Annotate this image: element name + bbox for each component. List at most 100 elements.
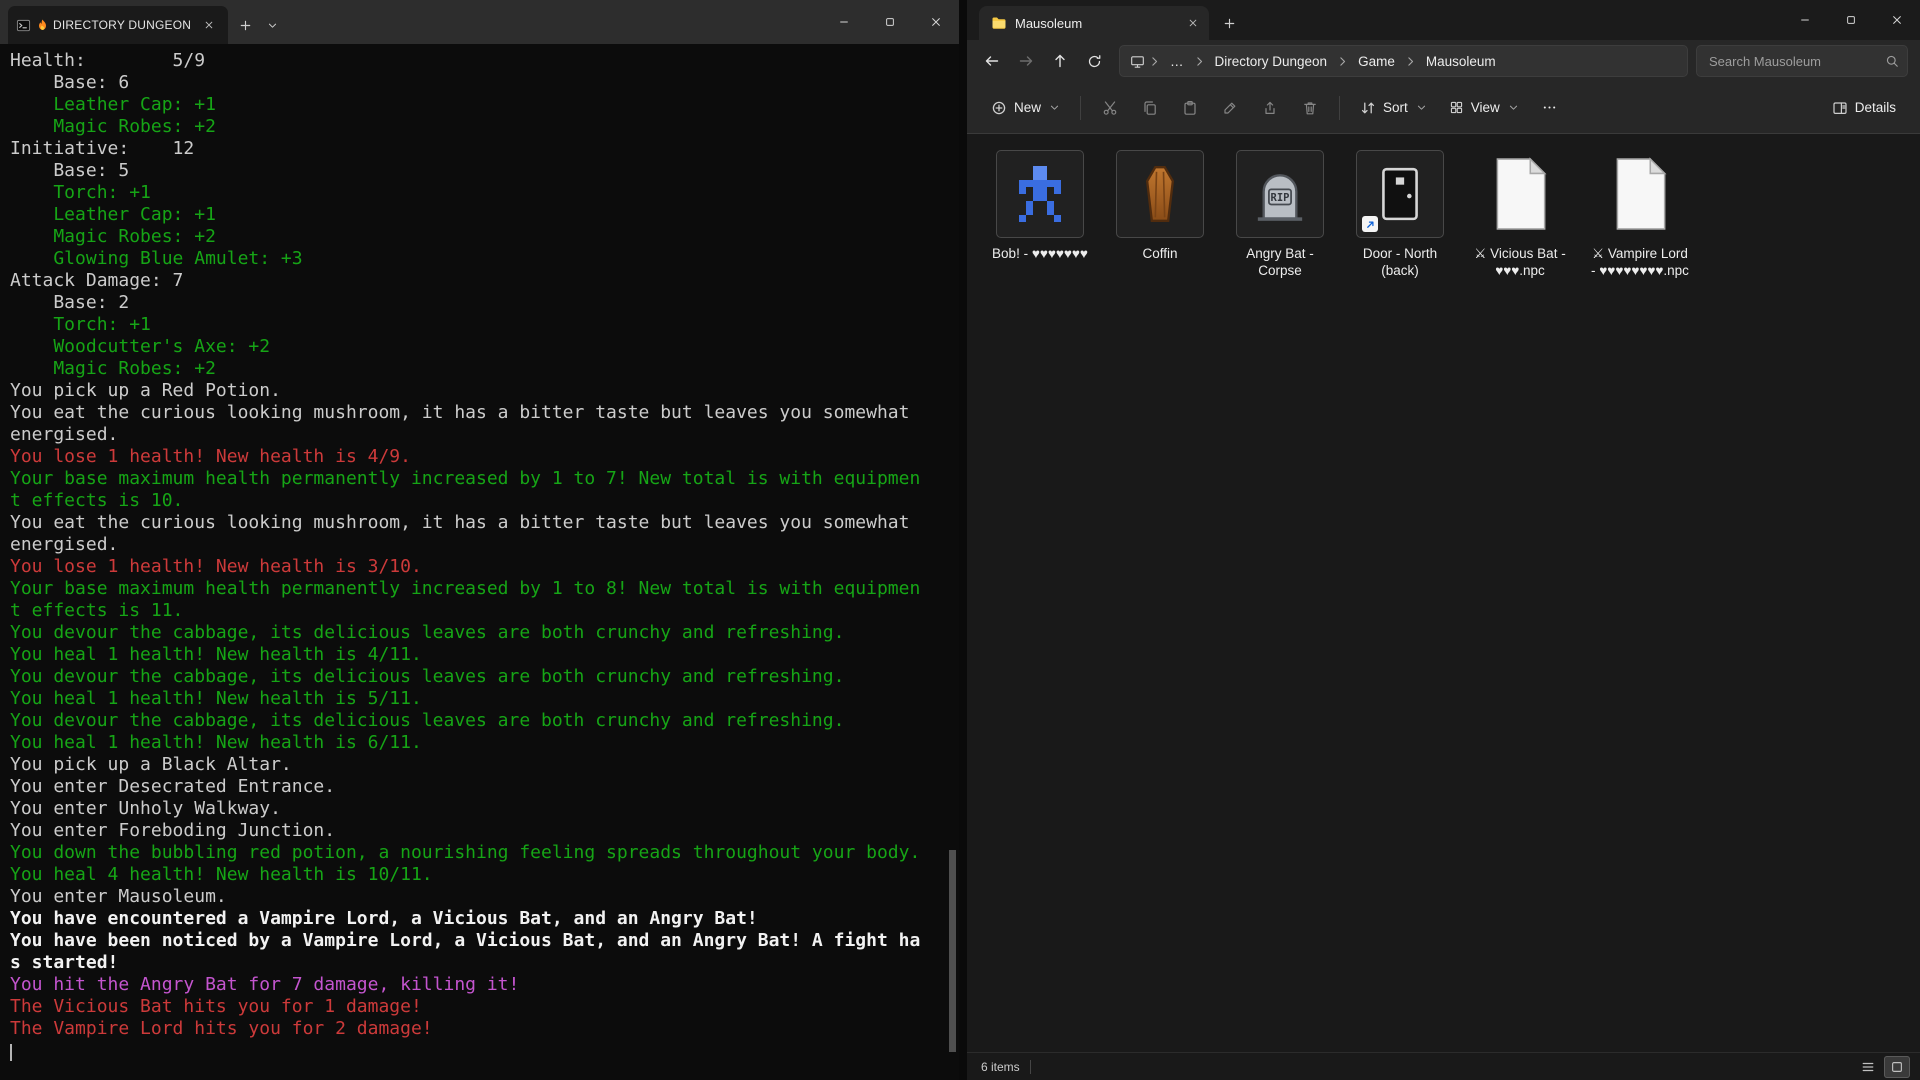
file-vicious-bat-npc[interactable]: ⚔ Vicious Bat - ♥♥♥.npc <box>1467 150 1573 279</box>
refresh-button[interactable] <box>1077 44 1111 78</box>
terminal-line: The Vicious Bat hits you for 1 damage! <box>10 996 945 1018</box>
breadcrumb[interactable]: … Directory Dungeon Game Mausoleum <box>1119 45 1688 77</box>
file-door-north-back[interactable]: Door - North (back) <box>1347 150 1453 279</box>
terminal-line: You eat the curious looking mushroom, it… <box>10 402 945 424</box>
explorer-tab[interactable]: Mausoleum <box>979 6 1209 40</box>
tab-close-button[interactable] <box>198 14 220 36</box>
terminal-window: DIRECTORY DUNGEON <box>0 0 959 1080</box>
terminal-line: Magic Robes: +2 <box>10 116 945 138</box>
copy-button[interactable] <box>1131 90 1169 126</box>
forward-button[interactable] <box>1009 44 1043 78</box>
new-plus-icon <box>991 100 1007 116</box>
terminal-tab-title-wrap: DIRECTORY DUNGEON <box>37 18 192 32</box>
file-label: ⚔ Vicious Bat - ♥♥♥.npc <box>1468 245 1572 279</box>
chevron-down-icon <box>1508 102 1519 113</box>
large-icons-view-toggle[interactable] <box>1884 1056 1910 1078</box>
up-button[interactable] <box>1043 44 1077 78</box>
terminal-tab[interactable]: DIRECTORY DUNGEON <box>8 6 228 44</box>
chevron-down-icon <box>1049 102 1060 113</box>
file-angry-bat-corpse[interactable]: RIP Angry Bat - Corpse <box>1227 150 1333 279</box>
sort-button-label: Sort <box>1383 100 1408 115</box>
breadcrumb-item-0[interactable]: … <box>1164 52 1190 71</box>
sort-icon <box>1360 100 1376 116</box>
close-button[interactable] <box>913 0 959 44</box>
terminal-line: Glowing Blue Amulet: +3 <box>10 248 945 270</box>
terminal-line: t effects is 11. <box>10 600 945 622</box>
terminal-line: You enter Foreboding Junction. <box>10 820 945 842</box>
status-bar: 6 items <box>967 1052 1920 1080</box>
terminal-line: Initiative: 12 <box>10 138 945 160</box>
navigation-bar: … Directory Dungeon Game Mausoleum <box>967 40 1920 82</box>
file-bob[interactable]: Bob! - ♥♥♥♥♥♥♥ <box>987 150 1093 262</box>
terminal-line: Leather Cap: +1 <box>10 204 945 226</box>
chevron-right-icon <box>1336 55 1349 68</box>
new-tab-button[interactable] <box>230 10 260 40</box>
folder-icon <box>991 15 1007 31</box>
terminal-cursor <box>10 1044 12 1061</box>
terminal-tab-title: DIRECTORY DUNGEON <box>53 18 191 32</box>
search-input[interactable] <box>1709 54 1885 69</box>
minimize-button[interactable] <box>1782 0 1828 40</box>
file-label: Door - North (back) <box>1348 245 1452 279</box>
terminal-line: Your base maximum health permanently inc… <box>10 578 945 600</box>
share-button[interactable] <box>1251 90 1289 126</box>
terminal-tab-bar: DIRECTORY DUNGEON <box>0 0 959 44</box>
details-view-toggle[interactable] <box>1855 1056 1881 1078</box>
breadcrumb-items: … Directory Dungeon Game Mausoleum <box>1164 52 1502 71</box>
details-pane-icon <box>1832 100 1848 116</box>
search-box[interactable] <box>1696 45 1908 77</box>
terminal-line: The Vampire Lord hits you for 2 damage! <box>10 1018 945 1040</box>
tab-close-button[interactable] <box>1183 13 1203 33</box>
command-bar: New <box>967 82 1920 134</box>
file-label: Angry Bat - Corpse <box>1228 245 1332 279</box>
terminal-viewport[interactable]: Health: 5/9 Base: 6 Leather Cap: +1 Magi… <box>0 44 959 1080</box>
terminal-output: Health: 5/9 Base: 6 Leather Cap: +1 Magi… <box>10 50 945 1062</box>
tab-dropdown-button[interactable] <box>260 10 284 40</box>
more-options-button[interactable] <box>1531 90 1569 126</box>
terminal-line: You lose 1 health! New health is 3/10. <box>10 556 945 578</box>
maximize-button[interactable] <box>1828 0 1874 40</box>
breadcrumb-item-3[interactable]: Mausoleum <box>1420 52 1502 71</box>
chevron-right-icon <box>1404 55 1417 68</box>
tombstone-icon: RIP <box>1236 150 1324 238</box>
terminal-line: Magic Robes: +2 <box>10 358 945 380</box>
back-button[interactable] <box>975 44 1009 78</box>
file-coffin[interactable]: Coffin <box>1107 150 1213 262</box>
toolbar-separator <box>1080 96 1081 120</box>
terminal-line: Health: 5/9 <box>10 50 945 72</box>
rename-button[interactable] <box>1211 90 1249 126</box>
file-label: Bob! - ♥♥♥♥♥♥♥ <box>992 245 1088 262</box>
sort-button[interactable]: Sort <box>1350 90 1437 126</box>
terminal-line: t effects is 10. <box>10 490 945 512</box>
search-icon <box>1885 54 1899 68</box>
minimize-button[interactable] <box>821 0 867 44</box>
delete-button[interactable] <box>1291 90 1329 126</box>
maximize-button[interactable] <box>867 0 913 44</box>
terminal-line: You heal 1 health! New health is 6/11. <box>10 732 945 754</box>
file-vampire-lord-npc[interactable]: ⚔ Vampire Lord - ♥♥♥♥♥♥♥♥.npc <box>1587 150 1693 279</box>
paste-button[interactable] <box>1171 90 1209 126</box>
terminal-line: Base: 5 <box>10 160 945 182</box>
breadcrumb-item-1[interactable]: Directory Dungeon <box>1209 52 1334 71</box>
details-button[interactable]: Details <box>1822 90 1906 126</box>
breadcrumb-item-2[interactable]: Game <box>1352 52 1401 71</box>
document-icon <box>1596 150 1684 238</box>
terminal-window-controls <box>821 0 959 44</box>
close-button[interactable] <box>1874 0 1920 40</box>
file-label: Coffin <box>1142 245 1177 262</box>
chevron-down-icon <box>1416 102 1427 113</box>
view-button[interactable]: View <box>1439 90 1529 126</box>
view-toggles <box>1855 1056 1910 1078</box>
view-button-label: View <box>1471 100 1500 115</box>
terminal-line: Your base maximum health permanently inc… <box>10 468 945 490</box>
file-grid[interactable]: Bob! - ♥♥♥♥♥♥♥ Coffin RIP Angry Bat - Corps… <box>967 134 1920 1052</box>
new-tab-button[interactable] <box>1215 9 1243 37</box>
explorer-title-bar: Mausoleum <box>967 0 1920 40</box>
new-button[interactable]: New <box>981 90 1070 126</box>
terminal-line: You pick up a Red Potion. <box>10 380 945 402</box>
door-icon <box>1356 150 1444 238</box>
cut-button[interactable] <box>1091 90 1129 126</box>
terminal-line: Base: 6 <box>10 72 945 94</box>
explorer-tab-title: Mausoleum <box>1015 16 1175 31</box>
terminal-scrollbar-thumb[interactable] <box>949 850 956 1052</box>
